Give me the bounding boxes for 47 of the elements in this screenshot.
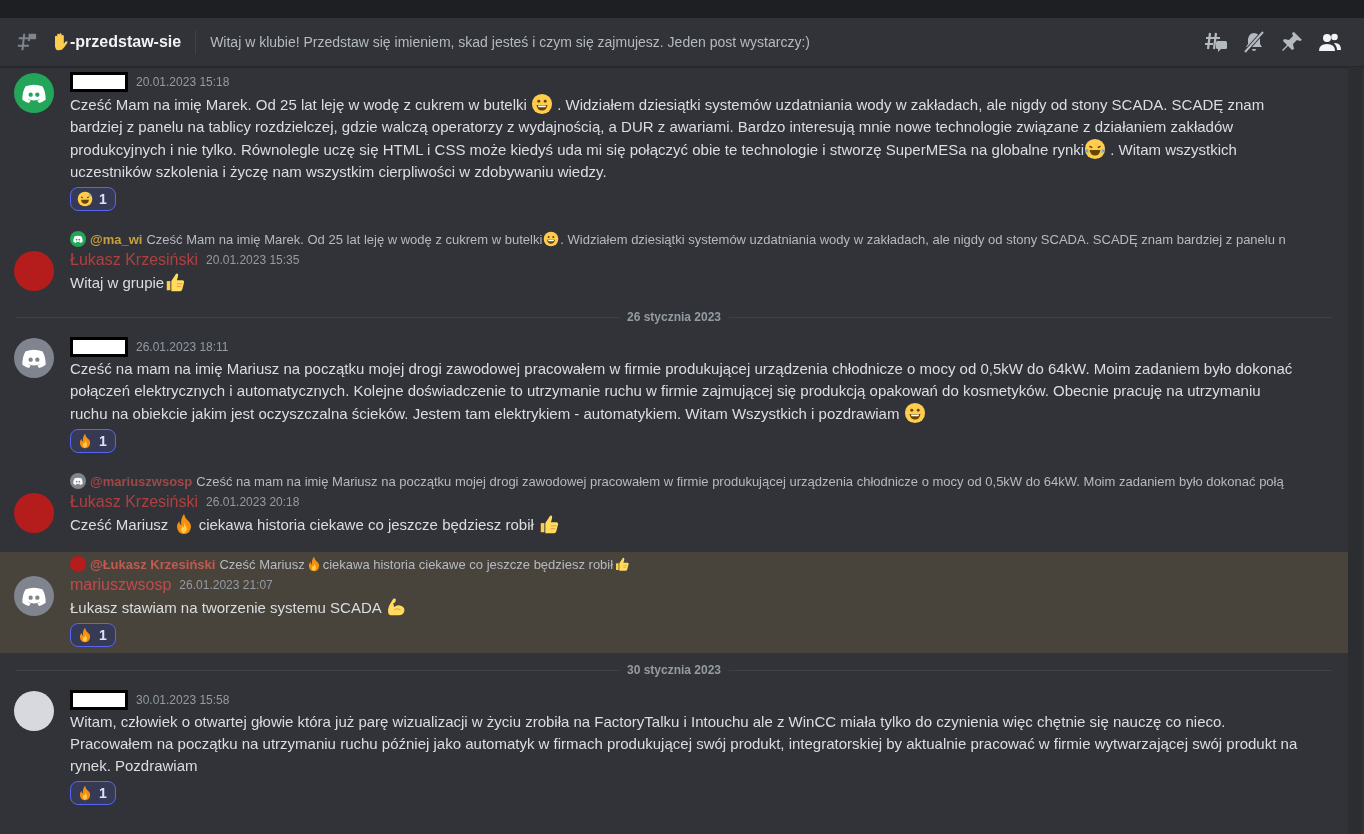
timestamp: 20.01.2023 15:18 bbox=[136, 75, 230, 89]
author-name: mariuszwsosp bbox=[70, 576, 172, 594]
date-divider-label: 26 stycznia 2023 bbox=[626, 310, 722, 324]
redacted-username bbox=[70, 690, 128, 710]
reply-preview-text: Cześć Mam na imię Marek. Od 25 lat leję w wodę z cukrem w butelki . Widziałem dziesiątki systemów uzdatniania wody w zakładach, ale nigdy od stony SCADA. SCADĘ znam bardziej z panelu n bbox=[146, 231, 1286, 247]
timestamp: 30.01.2023 15:58 bbox=[136, 693, 230, 707]
thumbs-up-icon bbox=[614, 556, 631, 572]
reaction-button[interactable]: 1 bbox=[70, 429, 116, 453]
message-text: Cześć Mam na imię Marek. Od 25 lat leję w wodę z cukrem w butelki . Widziałem dziesiątki systemów uzdatniania wody w zakładach, ale nigdy od stony SCADA. SCADĘ znam bardziej z panelu na tablicy rozdzielczej, gdzie walczą operatorzy z wydajnością, a DUR z awariami. Bardzo interesują mnie nowe technologie związane z działaniem zakładów produkcyjnych i nie tylko. Równolegle uczę się HTML i CSS może kiedyś uda mi się połączyć obie te technologie i stworzę SuperMESa na globalne rynki . Witam wszystkich uczestników szkolenia i życzę nam wszystkim cierpliwości w zdobywaniu wiedzy. bbox=[70, 93, 1300, 183]
threads-icon[interactable] bbox=[1204, 30, 1228, 54]
redacted-username bbox=[70, 72, 128, 92]
message-text: Cześć na mam na imię Mariusz na początku mojej drogi zawodowej pracowałem w firmie produkującej urządzenia chłodnicze o mocy od 0,5kW do 64kW. Moim zadaniem było dokonać połączeń elektrycznych i automatycznych. Kolejne doświadczenie to utrzymanie ruchu w firmie zajmującej się produkcją opakowań do kosmetyków. Obecnie pracuję na utrzymaniu ruchu na obiekcie jakim jest oczyszczalna ścieków. Jestem tam elektrykiem - automatykiem. Witam Wszystkich i pozdrawiam bbox=[70, 359, 1294, 425]
message-text: Łukasz stawiam na tworzenie systemu SCADA bbox=[70, 596, 1300, 619]
reply-author: @mariuszwsosp bbox=[90, 473, 193, 489]
reaction-button[interactable]: 1 bbox=[70, 781, 116, 805]
reaction-button[interactable]: 1 bbox=[70, 623, 116, 647]
timestamp: 26.01.2023 21:07 bbox=[179, 578, 273, 592]
reply-author: @Łukasz Krzesiński bbox=[90, 556, 216, 572]
author-name: Łukasz Krzesiński bbox=[70, 493, 199, 511]
message-text: Cześć Mariusz ciekawa historia ciekawe co jeszcze będziesz robił bbox=[70, 513, 1300, 536]
flame-icon bbox=[77, 433, 93, 449]
channel-name: -przedstaw-sie bbox=[70, 33, 182, 51]
reply-preview-text: Cześć Mariusz ciekawa historia ciekawe co jeszcze będziesz robił bbox=[219, 556, 631, 572]
message-text: Witam, człowiek o otwartej głowie która już parę wizualizacji w życiu zrobiła na FactoryTalku i Intouchu ale z WinCC miała tylko do czynienia więc chętnie się nauczę co nieco. Pracowałem na początku na utrzymaniu ruchu później jako automatyk w firmach produkującej swój produkt, integratorskiej by aktualnie pracować w firmie wytwarzającej swój produkt na rynek. Pozdrawiam bbox=[70, 712, 1299, 776]
flame-icon bbox=[77, 785, 93, 801]
muted-bell-icon[interactable] bbox=[1242, 30, 1266, 54]
reply-preview-text: Cześć na mam na imię Mariusz na początku mojej drogi zawodowej pracowałem w firmie produkującej urządzenia chłodnicze o mocy od 0,5kW do 64kW. Moim zadaniem było dokonać połą bbox=[196, 473, 1284, 489]
sweat-smile-face-icon bbox=[77, 191, 93, 207]
flame-icon bbox=[77, 627, 93, 643]
author-name: Łukasz Krzesiński bbox=[70, 251, 199, 269]
thumbs-up-icon bbox=[164, 271, 187, 293]
redacted-username bbox=[70, 337, 128, 357]
grinning-face-icon bbox=[903, 402, 926, 424]
channel-topic: Witaj w klubie! Przedstaw się imieniem, skad jesteś i czym się zajmujesz. Jeden post wystarczy:) bbox=[210, 34, 810, 50]
date-divider-label: 30 stycznia 2023 bbox=[626, 663, 722, 677]
grinning-face-icon bbox=[543, 231, 560, 247]
message-text: Witaj w grupie bbox=[70, 271, 1300, 294]
grinning-face-icon bbox=[531, 93, 553, 115]
locked-channel-icon bbox=[16, 31, 38, 53]
reaction-button[interactable]: 1 bbox=[70, 187, 116, 211]
timestamp: 26.01.2023 20:18 bbox=[206, 495, 300, 509]
thumbs-up-icon bbox=[538, 513, 560, 535]
timestamp: 20.01.2023 15:35 bbox=[206, 253, 300, 267]
pin-icon[interactable] bbox=[1280, 30, 1304, 54]
reply-author: @ma_wi bbox=[90, 231, 143, 247]
laughing-tears-face-icon bbox=[1084, 138, 1107, 160]
timestamp: 26.01.2023 18:11 bbox=[136, 340, 229, 354]
